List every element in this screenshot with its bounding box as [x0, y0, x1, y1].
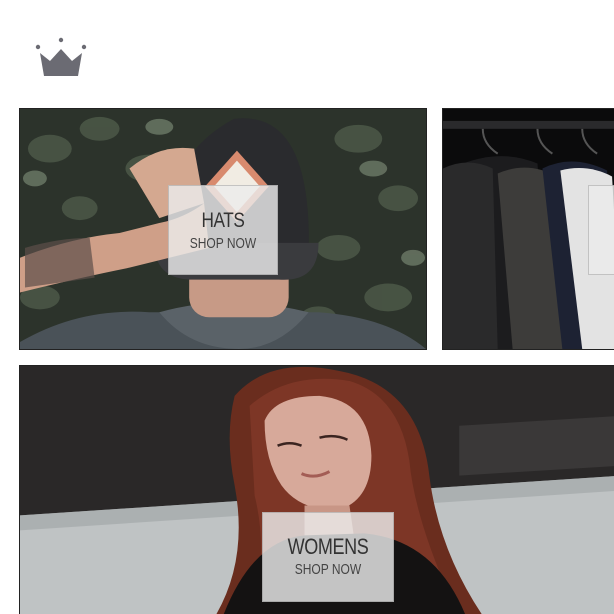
category-tile-hats[interactable]: HATS SHOP NOW [19, 108, 427, 350]
category-tile-womens[interactable]: WOMENS SHOP NOW [19, 365, 614, 614]
hats-label-box[interactable]: HATS SHOP NOW [168, 185, 278, 275]
hats-title: HATS [201, 209, 245, 232]
category-tile-clothing[interactable] [442, 108, 614, 350]
womens-title: WOMENS [287, 534, 369, 559]
hats-shop-now-link[interactable]: SHOP NOW [180, 234, 266, 254]
crown-icon[interactable] [34, 37, 88, 79]
clothing-label-box[interactable] [588, 185, 614, 275]
womens-label-box[interactable]: WOMENS SHOP NOW [262, 512, 394, 602]
womens-shop-now-link[interactable]: SHOP NOW [276, 559, 380, 581]
shop-page: HATS SHOP NOW WOMENS SHOP NOW [0, 0, 614, 614]
